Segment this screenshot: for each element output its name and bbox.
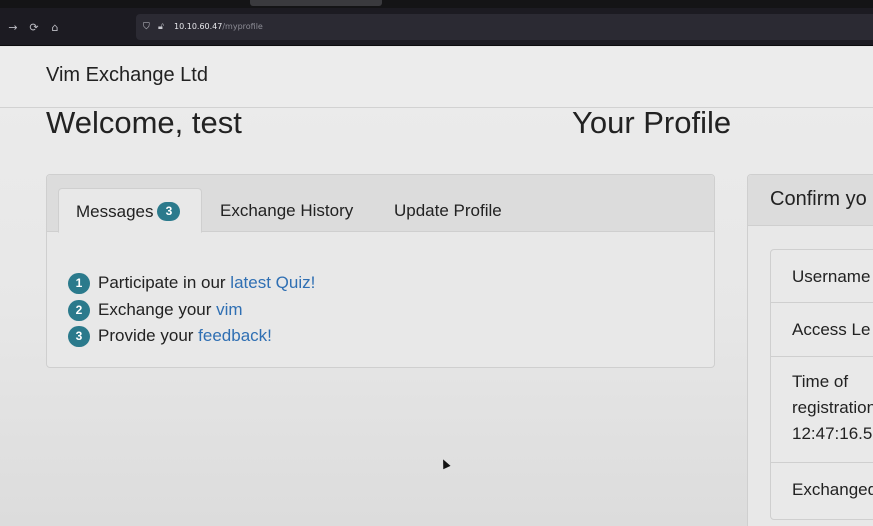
time-value: 12:47:16.5 xyxy=(792,424,873,443)
message-text: Provide your xyxy=(98,326,199,345)
vim-link[interactable]: vim xyxy=(216,300,242,319)
browser-tab-strip xyxy=(0,0,873,8)
lock-icon[interactable]: 🔓︎ xyxy=(158,20,170,34)
home-icon[interactable]: ⌂ xyxy=(48,21,62,35)
profile-heading: Your Profile xyxy=(572,105,732,140)
list-item: 2 Exchange your vim xyxy=(68,298,315,325)
page-content: Vim Exchange Ltd Welcome, test Your Prof… xyxy=(0,47,873,526)
time-label-line2: registration xyxy=(792,398,873,417)
messages-card: Messages 3 Exchange History Update Profil… xyxy=(46,174,715,368)
quiz-link[interactable]: latest Quiz! xyxy=(230,273,315,292)
url-path: /myprofile xyxy=(222,22,263,31)
message-text: Exchange your xyxy=(98,299,217,319)
confirm-title: Confirm yo xyxy=(770,188,867,210)
number-badge: 2 xyxy=(68,299,90,321)
list-item: 1 Participate in our latest Quiz! xyxy=(68,271,315,298)
browser-tab[interactable] xyxy=(250,0,382,6)
number-badge: 3 xyxy=(68,326,90,347)
brand-link[interactable]: Vim Exchange Ltd xyxy=(46,64,208,87)
mouse-cursor-icon xyxy=(439,457,451,470)
time-label-line1: Time of xyxy=(792,372,849,391)
exchanged-item: Exchanged xyxy=(792,480,873,499)
site-navbar: Vim Exchange Ltd xyxy=(0,47,873,108)
shield-icon[interactable]: ⛉ xyxy=(143,20,155,34)
url-host: 10.10.60.47 xyxy=(174,22,223,31)
profile-info-list: Username Access Le Time of registration … xyxy=(770,249,873,520)
messages-count-badge: 3 xyxy=(157,202,181,221)
feedback-link[interactable]: feedback! xyxy=(198,326,272,345)
address-bar[interactable]: ⛉ 🔓︎ 10.10.60.47/myprofile xyxy=(136,14,873,40)
browser-toolbar: → ⟳ ⌂ ⛉ 🔓︎ 10.10.60.47/myprofile xyxy=(0,8,873,46)
forward-icon[interactable]: → xyxy=(6,21,20,35)
message-list: 1 Participate in our latest Quiz! 2 Exch… xyxy=(68,271,315,351)
url-text[interactable]: 10.10.60.47/myprofile xyxy=(174,21,263,33)
number-badge: 1 xyxy=(68,273,90,294)
list-item: 3 Provide your feedback! xyxy=(68,324,315,351)
welcome-heading: Welcome, test xyxy=(46,105,242,140)
tab-exchange-history[interactable]: Exchange History xyxy=(220,188,353,233)
confirm-card-header: Confirm yo xyxy=(748,175,873,226)
tab-messages-label: Messages xyxy=(76,202,154,221)
message-text: Participate in our xyxy=(98,273,231,292)
username-item: Username xyxy=(771,250,873,303)
tab-messages[interactable]: Messages 3 xyxy=(58,188,202,233)
tab-update-profile[interactable]: Update Profile xyxy=(394,188,502,233)
reload-icon[interactable]: ⟳ xyxy=(27,21,41,35)
registration-time-item: Time of registration 12:47:16.5 xyxy=(771,357,873,463)
access-level-item: Access Le xyxy=(771,303,873,357)
confirm-card: Confirm yo Username Access Le Time of re… xyxy=(747,174,873,526)
